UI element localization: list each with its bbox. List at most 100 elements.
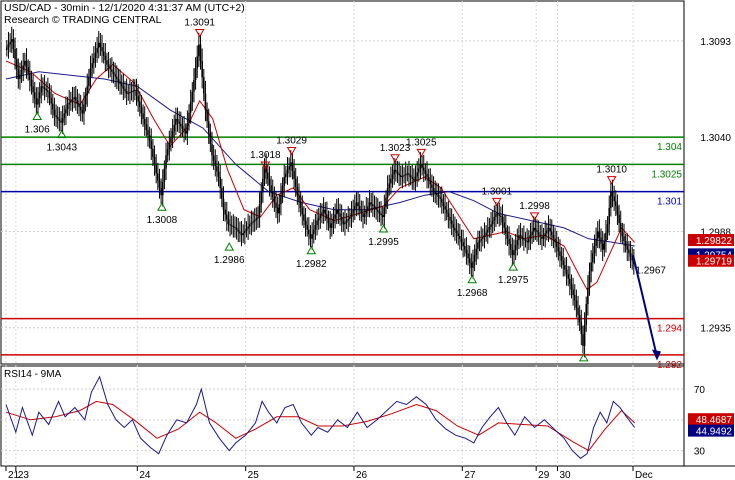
price-bar-body (271, 191, 274, 198)
price-bar-body (544, 233, 547, 237)
price-bar-body (96, 47, 98, 53)
price-bar-body (68, 102, 70, 105)
price-bar-body (175, 118, 177, 126)
price-bar-body (209, 132, 212, 144)
price-bar-body (122, 86, 125, 89)
chart-title: USD/CAD - 30min - 12/1/2020 4:31:37 AM (… (4, 2, 245, 14)
price-bar-body (308, 229, 310, 235)
price-bar-body (475, 248, 478, 256)
price-bar-body (286, 169, 289, 174)
price-bar-body (120, 83, 123, 87)
low-label: 1.306 (25, 124, 50, 135)
price-bar-body (129, 92, 131, 94)
price-bar-body (344, 222, 346, 225)
price-bar-body (376, 209, 379, 212)
price-bar-body (549, 227, 551, 232)
price-bar-body (91, 63, 93, 69)
price-bar-body (386, 187, 389, 198)
price-bar-body (626, 246, 629, 250)
price-bar-body (260, 191, 263, 205)
price-bar-body (214, 160, 217, 167)
price-bar-body (206, 109, 208, 122)
price-bar-body (587, 287, 589, 305)
price-bar-body (84, 95, 87, 105)
price-bar-body (142, 113, 144, 119)
price-bar-body (124, 88, 126, 92)
price-bar-body (624, 241, 627, 247)
price-bar-body (166, 149, 169, 156)
price-bar-body (17, 69, 20, 80)
price-bar-body (134, 89, 136, 91)
price-bar-body (572, 289, 574, 296)
price-bar-body (578, 314, 581, 323)
price-bar-body (413, 178, 415, 181)
price-bar-body (86, 86, 89, 96)
price-bar-body (240, 233, 243, 236)
price-bar-body (211, 143, 213, 156)
price-bar-body (42, 86, 44, 88)
price-bar-body (171, 131, 174, 138)
price-bar-body (130, 91, 133, 93)
price-bar-body (380, 213, 382, 216)
price-bar-body (539, 234, 542, 237)
price-bar-body (150, 140, 153, 149)
price-bar-body (546, 230, 548, 234)
price-bar-body (281, 186, 284, 196)
price-bar-body (355, 202, 358, 207)
price-bar-body (623, 236, 625, 242)
price-bar-body (580, 322, 583, 335)
price-bar-body (385, 197, 387, 208)
price-bar-body (570, 284, 573, 290)
price-bar-body (102, 51, 105, 56)
price-bar-body (541, 236, 543, 239)
price-bar-body (416, 172, 418, 177)
x-tick-label: 30 (560, 470, 572, 480)
price-bar-body (45, 89, 48, 91)
price-bar-body (148, 135, 151, 141)
price-bar-body (53, 109, 56, 116)
price-bar-body (450, 220, 453, 225)
price-bar-body (112, 71, 115, 75)
price-bar-body (199, 44, 202, 61)
price-bar-body (258, 204, 261, 217)
price-bar-body (421, 164, 423, 168)
price-bar-body (439, 197, 441, 199)
price-bar-body (138, 101, 141, 108)
price-bar-body (319, 215, 322, 218)
price-bar-body (608, 207, 611, 225)
high-label: 1.3018 (250, 150, 281, 161)
price-bar-body (434, 191, 437, 194)
price-bar-body (498, 214, 501, 216)
price-bar-body (216, 166, 218, 172)
price-bar-body (508, 238, 510, 245)
price-bar-body (452, 224, 455, 228)
price-bar-body (235, 227, 238, 230)
price-bar-body (125, 91, 128, 94)
price-bar-body (73, 97, 75, 100)
level-label: 1.292 (657, 360, 682, 371)
price-bar-body (347, 218, 350, 221)
price-bar-body (381, 215, 384, 217)
price-bar-body (534, 227, 537, 231)
price-bar-body (332, 218, 335, 224)
high-label: 1.3023 (380, 143, 411, 154)
price-bar-body (478, 240, 481, 243)
price-bar-body (511, 249, 514, 256)
price-bar-body (482, 236, 484, 239)
price-bar-body (58, 118, 61, 121)
price-bar-body (442, 202, 445, 207)
price-bar-body (306, 225, 308, 230)
price-bar-body (513, 250, 515, 256)
price-bar-body (314, 225, 317, 230)
price-bar-body (147, 129, 149, 136)
price-bar-body (601, 243, 604, 250)
x-tick-label: Dec (635, 470, 653, 480)
price-bar-body (248, 224, 251, 227)
price-bar-body (35, 98, 38, 105)
price-bar-body (293, 170, 295, 179)
price-bar-body (483, 235, 486, 237)
price-bar-body (83, 104, 85, 114)
price-bar-body (396, 171, 399, 174)
price-bar-body (257, 216, 259, 219)
price-bar-body (367, 206, 369, 210)
